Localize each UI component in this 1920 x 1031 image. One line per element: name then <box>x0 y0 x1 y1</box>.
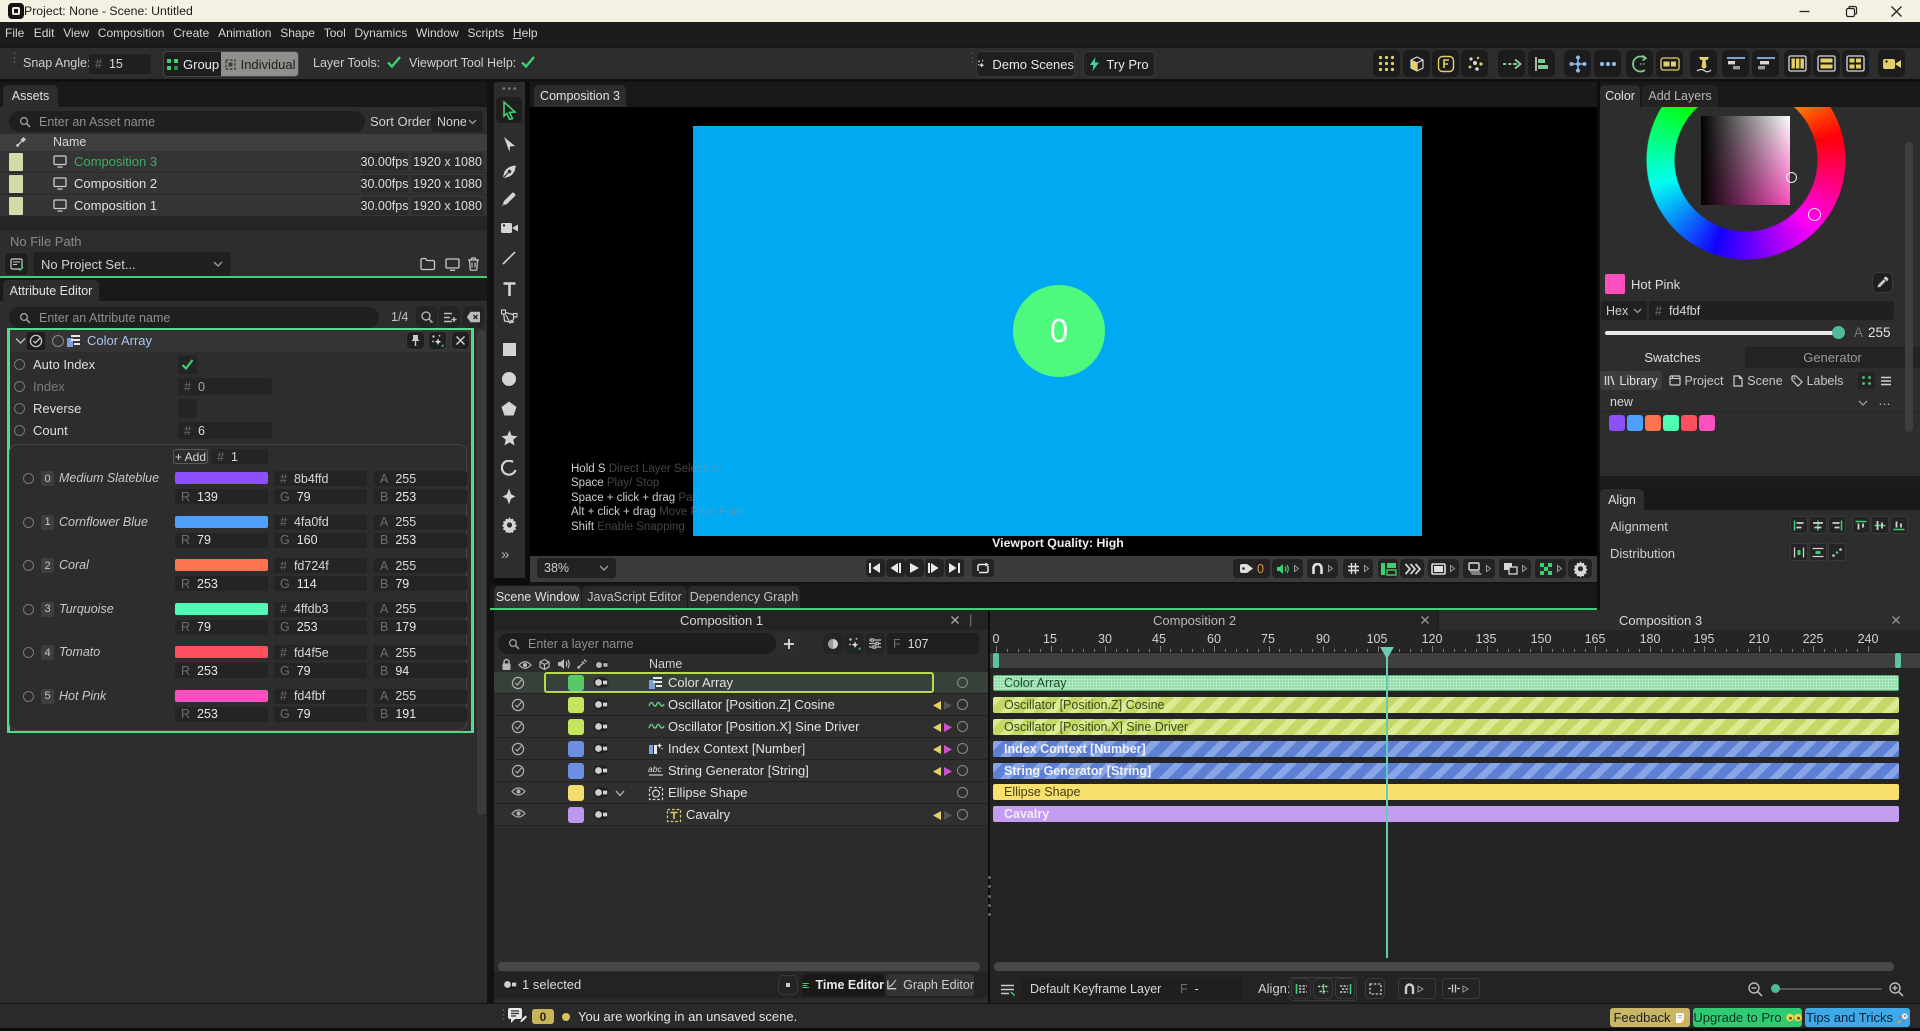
svg-text:abc: abc <box>648 764 662 774</box>
